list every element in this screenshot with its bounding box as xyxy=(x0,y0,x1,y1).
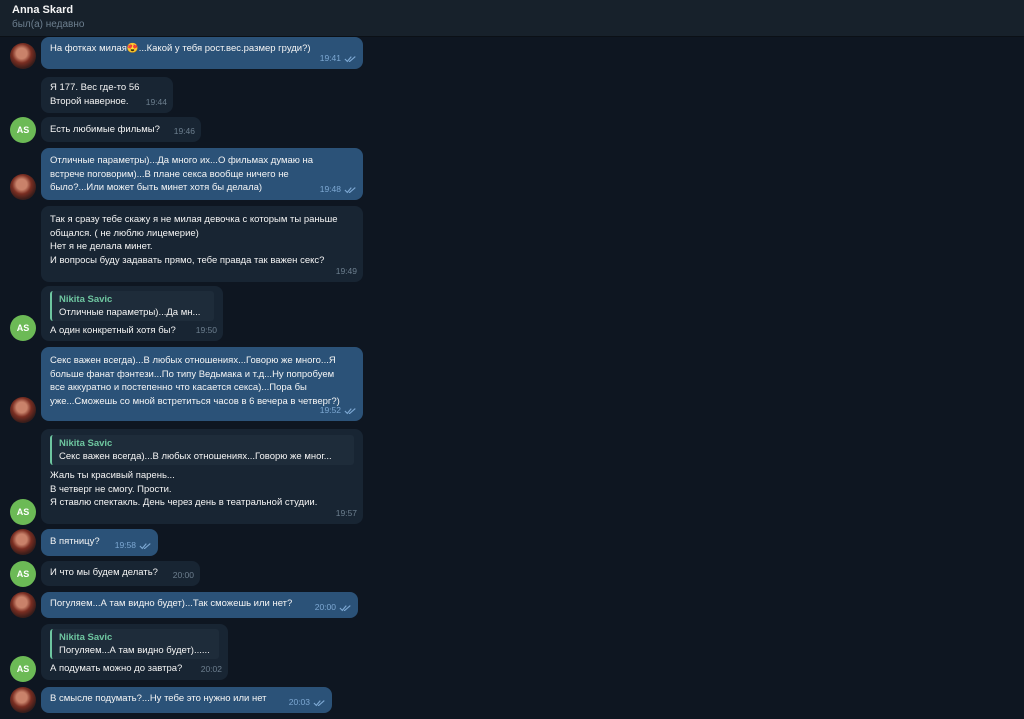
contact-avatar[interactable]: AS xyxy=(10,499,36,525)
user-avatar[interactable] xyxy=(10,592,36,618)
message-meta: 20:03 xyxy=(289,696,326,710)
read-checkmarks-icon xyxy=(139,543,151,550)
message-meta: 19:49 xyxy=(336,265,357,279)
user-avatar[interactable] xyxy=(10,529,36,555)
message-text: А подумать можно до завтра? xyxy=(50,663,183,674)
message-bubble-outgoing[interactable]: Секс важен всегда)...В любых отношениях.… xyxy=(41,347,363,421)
message-text: Секс важен всегда)...В любых отношениях.… xyxy=(50,355,340,407)
message-text: Отличные параметры)...Да много их...О фи… xyxy=(50,155,314,194)
message-meta: 19:57 xyxy=(336,507,357,521)
user-avatar[interactable] xyxy=(10,43,36,69)
message-text: Погуляем...А там видно будет)...Так смож… xyxy=(50,598,293,609)
message-time: 20:00 xyxy=(172,570,194,581)
message-meta: 19:44 xyxy=(146,96,167,110)
message-bubble-outgoing[interactable]: Погуляем...А там видно будет)...Так смож… xyxy=(41,592,358,618)
message-bubble-outgoing[interactable]: На фотках милая😍...Какой у тебя рост.вес… xyxy=(41,37,363,69)
message-time: 19:57 xyxy=(335,508,357,519)
reply-text: Секс важен всегда)...В любых отношениях.… xyxy=(59,451,332,462)
user-avatar[interactable] xyxy=(10,687,36,713)
user-avatar[interactable] xyxy=(10,397,36,423)
message-time: 19:52 xyxy=(319,405,341,416)
reply-text: Отличные параметры)...Да мн... xyxy=(59,307,201,318)
contact-status: был(а) недавно xyxy=(12,19,85,30)
reply-author: Nikita Savic xyxy=(59,294,113,305)
message-time: 20:03 xyxy=(288,697,310,708)
message-time: 19:58 xyxy=(114,540,136,551)
message-text: Есть любимые фильмы? xyxy=(50,124,160,135)
message-time: 19:49 xyxy=(335,266,357,277)
message-text: В смысле подумать?...Ну тебе это нужно и… xyxy=(50,693,267,704)
contact-avatar[interactable]: AS xyxy=(10,117,36,143)
reply-author: Nikita Savic xyxy=(59,632,113,643)
message-bubble-outgoing[interactable]: Отличные параметры)...Да много их...О фи… xyxy=(41,148,363,200)
message-time: 19:48 xyxy=(319,184,341,195)
message-meta: 19:52 xyxy=(320,404,357,418)
message-bubble-outgoing[interactable]: В пятницу? 19:58 xyxy=(41,529,158,556)
message-text: И что мы будем делать? xyxy=(50,567,158,578)
reply-text: Погуляем...А там видно будет)...... xyxy=(59,645,210,656)
read-checkmarks-icon xyxy=(344,187,356,194)
message-time: 19:50 xyxy=(195,325,217,336)
message-bubble-outgoing[interactable]: В смысле подумать?...Ну тебе это нужно и… xyxy=(41,687,332,713)
message-text: Так я сразу тебе скажу я не милая девочк… xyxy=(50,214,338,266)
read-checkmarks-icon xyxy=(344,408,356,415)
contact-avatar[interactable]: AS xyxy=(10,315,36,341)
message-text: На фотках милая😍...Какой у тебя рост.вес… xyxy=(50,43,311,54)
reply-author: Nikita Savic xyxy=(59,438,113,449)
message-text: А один конкретный хотя бы? xyxy=(50,325,176,336)
message-time: 19:41 xyxy=(319,53,341,64)
message-time: 20:00 xyxy=(314,602,336,613)
user-avatar[interactable] xyxy=(10,174,36,200)
read-checkmarks-icon xyxy=(339,605,351,612)
message-time: 19:44 xyxy=(145,97,167,108)
message-meta: 19:46 xyxy=(174,125,195,139)
message-bubble-incoming[interactable]: Nikita Savic Погуляем...А там видно буде… xyxy=(41,624,228,680)
message-meta: 19:50 xyxy=(196,324,217,338)
message-meta: 19:58 xyxy=(115,539,152,553)
message-bubble-incoming[interactable]: Nikita Savic Отличные параметры)...Да мн… xyxy=(41,286,223,341)
message-bubble-incoming[interactable]: Есть любимые фильмы? 19:46 xyxy=(41,117,201,142)
message-meta: 19:41 xyxy=(320,52,357,66)
message-meta: 20:00 xyxy=(173,569,194,583)
message-meta: 20:00 xyxy=(315,601,352,615)
reply-quote[interactable]: Nikita Savic Секс важен всегда)...В любы… xyxy=(50,435,354,465)
read-checkmarks-icon xyxy=(344,56,356,63)
message-list[interactable]: На фотках милая😍...Какой у тебя рост.вес… xyxy=(0,37,1024,719)
message-time: 20:02 xyxy=(200,664,222,675)
reply-quote[interactable]: Nikita Savic Отличные параметры)...Да мн… xyxy=(50,291,214,321)
reply-quote[interactable]: Nikita Savic Погуляем...А там видно буде… xyxy=(50,629,219,659)
message-bubble-incoming[interactable]: Я 177. Вес где-то 56 Второй наверное. 19… xyxy=(41,77,173,113)
message-bubble-incoming[interactable]: Так я сразу тебе скажу я не милая девочк… xyxy=(41,206,363,282)
message-meta: 20:02 xyxy=(201,663,222,677)
contact-name[interactable]: Anna Skard xyxy=(12,4,1012,17)
message-meta: 19:48 xyxy=(320,183,357,197)
chat-header[interactable]: Anna Skard был(а) недавно xyxy=(0,0,1024,37)
message-bubble-incoming[interactable]: Nikita Savic Секс важен всегда)...В любы… xyxy=(41,429,363,524)
message-time: 19:46 xyxy=(173,126,195,137)
message-text: Жаль ты красивый парень... В четверг не … xyxy=(50,470,318,509)
contact-avatar[interactable]: AS xyxy=(10,561,36,587)
contact-avatar[interactable]: AS xyxy=(10,656,36,682)
read-checkmarks-icon xyxy=(313,700,325,707)
message-bubble-incoming[interactable]: И что мы будем делать? 20:00 xyxy=(41,561,200,586)
